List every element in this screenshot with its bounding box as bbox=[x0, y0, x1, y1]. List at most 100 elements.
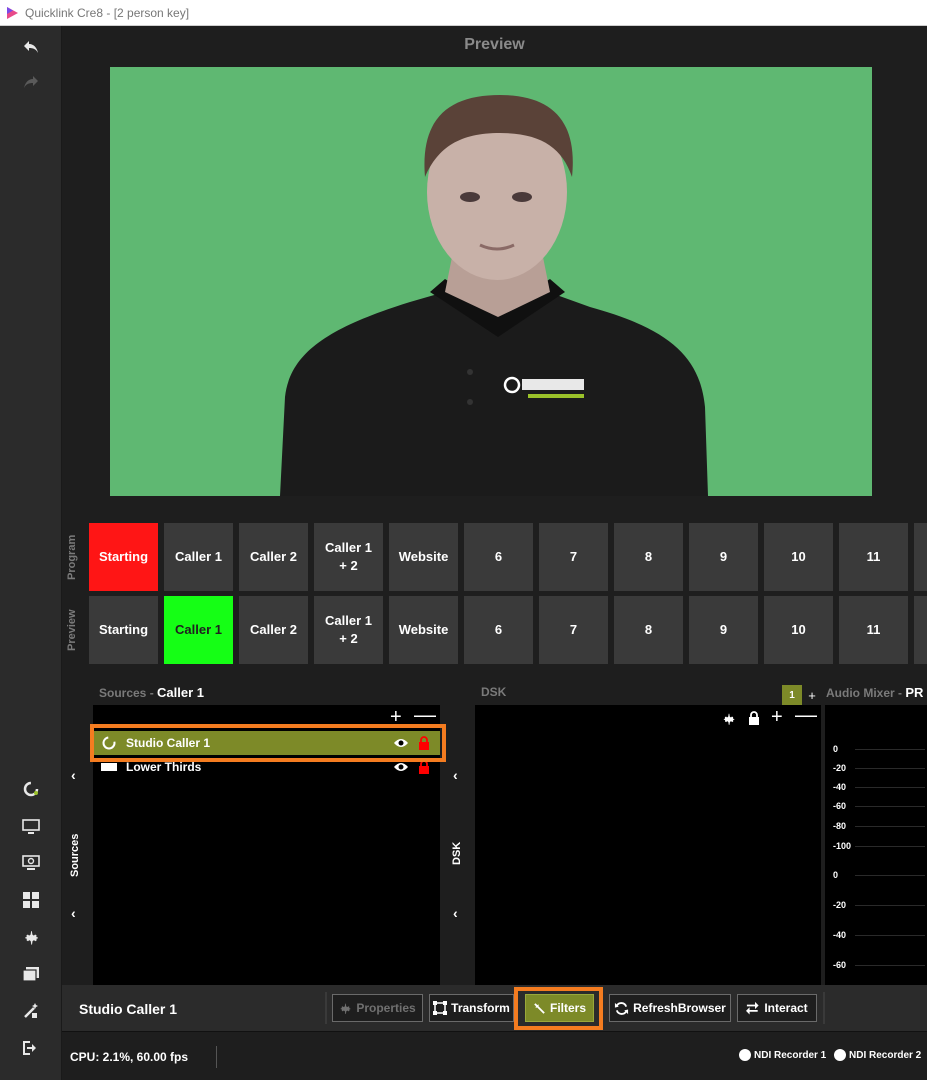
program-button-overflow[interactable] bbox=[914, 523, 927, 591]
dsk-side-strip: ‹ DSK ‹ bbox=[444, 705, 474, 985]
audio-scale-line bbox=[855, 749, 925, 750]
audio-scale-line bbox=[855, 875, 925, 876]
audio-scale-line bbox=[855, 806, 925, 807]
eye-icon[interactable] bbox=[393, 761, 409, 773]
audio-mixer-panel: 0 -20 -40 -60 -80 -100 0 -20 -40 -60 bbox=[825, 705, 927, 985]
audio-scale-line bbox=[855, 787, 925, 788]
presenter-image bbox=[110, 67, 872, 496]
sources-header: Sources - Caller 1 bbox=[99, 685, 205, 700]
layout-grid-icon[interactable] bbox=[20, 889, 42, 911]
monitor-icon[interactable] bbox=[20, 816, 42, 838]
preview-button-overflow[interactable] bbox=[914, 596, 927, 664]
sources-scene-name: Caller 1 bbox=[157, 685, 205, 700]
program-button[interactable]: 9 bbox=[689, 523, 758, 591]
audio-mixer-header: Audio Mixer - PR bbox=[826, 685, 924, 700]
redo-icon[interactable] bbox=[20, 71, 42, 93]
lower-thirds-icon bbox=[101, 763, 117, 771]
dsk-remove-icon[interactable]: — bbox=[795, 704, 817, 726]
properties-button[interactable]: Properties bbox=[332, 994, 423, 1022]
undo-icon[interactable] bbox=[20, 36, 42, 58]
dsk-settings-icon[interactable] bbox=[722, 712, 736, 726]
program-button[interactable]: Website bbox=[389, 523, 458, 591]
program-row-label: Program bbox=[66, 534, 78, 580]
preview-button[interactable]: 6 bbox=[464, 596, 533, 664]
preview-button[interactable]: Starting bbox=[89, 596, 158, 664]
refresh-browser-button[interactable]: RefreshBrowser bbox=[609, 994, 731, 1022]
status-divider bbox=[216, 1046, 217, 1068]
audio-scale-tick: -40 bbox=[833, 782, 847, 792]
audio-scale-tick: -20 bbox=[833, 763, 847, 773]
ndi-recorder-2[interactable]: NDI Recorder 2 bbox=[834, 1049, 921, 1061]
audio-scale-line bbox=[855, 768, 925, 769]
chevron-left-icon[interactable]: ‹ bbox=[71, 905, 76, 921]
program-button[interactable]: Caller 1 bbox=[164, 523, 233, 591]
audio-scale-line bbox=[855, 935, 925, 936]
preview-row-label: Preview bbox=[66, 609, 78, 651]
refresh-icon bbox=[615, 1001, 629, 1015]
lock-icon[interactable] bbox=[418, 760, 430, 774]
quicklink-logo-icon[interactable] bbox=[20, 778, 42, 800]
left-toolbar bbox=[0, 26, 62, 1080]
chevron-left-icon[interactable]: ‹ bbox=[453, 905, 458, 921]
program-button[interactable]: Caller 1 + 2 bbox=[314, 523, 383, 591]
toolbar-divider bbox=[823, 992, 825, 1024]
preview-title: Preview bbox=[464, 36, 525, 53]
sources-strip-label: Sources bbox=[69, 833, 81, 877]
audio-scale-line bbox=[855, 965, 925, 966]
program-button[interactable]: Caller 2 bbox=[239, 523, 308, 591]
audio-scale-tick: -60 bbox=[833, 960, 847, 970]
recorder-status-icon bbox=[739, 1049, 751, 1061]
recorder-status-icon bbox=[834, 1049, 846, 1061]
source-label: Lower Thirds bbox=[126, 760, 202, 774]
dsk-strip-label: DSK bbox=[451, 841, 463, 865]
program-button[interactable]: 6 bbox=[464, 523, 533, 591]
preview-button[interactable]: 11 bbox=[839, 596, 908, 664]
program-button[interactable]: 11 bbox=[839, 523, 908, 591]
preview-button[interactable]: Caller 1 bbox=[164, 596, 233, 664]
audio-scale-tick: -60 bbox=[833, 801, 847, 811]
title-bar: Quicklink Cre8 - [2 person key] bbox=[0, 0, 927, 26]
program-button[interactable]: 10 bbox=[764, 523, 833, 591]
audio-scale-tick: -80 bbox=[833, 821, 847, 831]
remove-source-icon[interactable]: — bbox=[414, 704, 436, 726]
preview-button[interactable]: 8 bbox=[614, 596, 683, 664]
audio-scale-line bbox=[855, 826, 925, 827]
preview-button[interactable]: Website bbox=[389, 596, 458, 664]
chevron-left-icon[interactable]: ‹ bbox=[71, 767, 76, 783]
swap-arrows-icon bbox=[746, 1001, 759, 1015]
audio-scale-tick: -20 bbox=[833, 900, 847, 910]
dsk-add-icon[interactable]: + bbox=[771, 707, 783, 727]
logout-icon[interactable] bbox=[20, 1037, 42, 1059]
toolbar-divider bbox=[325, 992, 327, 1024]
audio-scale-tick: 0 bbox=[833, 870, 839, 880]
audio-scale-line bbox=[855, 905, 925, 906]
audio-scale-line bbox=[855, 846, 925, 847]
files-icon[interactable] bbox=[20, 963, 42, 985]
preview-video[interactable] bbox=[110, 67, 872, 496]
preview-button[interactable]: 10 bbox=[764, 596, 833, 664]
program-button[interactable]: 7 bbox=[539, 523, 608, 591]
preview-button[interactable]: Caller 1 + 2 bbox=[314, 596, 383, 664]
chevron-left-icon[interactable]: ‹ bbox=[453, 767, 458, 783]
main-area: Preview Program Preview Starting Caller … bbox=[62, 26, 927, 1080]
preview-button[interactable]: 9 bbox=[689, 596, 758, 664]
screen-share-icon[interactable] bbox=[20, 852, 42, 874]
transform-button[interactable]: Transform bbox=[429, 994, 514, 1022]
app-logo-icon bbox=[7, 6, 18, 19]
magic-tools-icon[interactable] bbox=[20, 1000, 42, 1022]
dsk-panel: + — bbox=[475, 704, 821, 985]
program-button[interactable]: Starting bbox=[89, 523, 158, 591]
preview-button[interactable]: Caller 2 bbox=[239, 596, 308, 664]
status-bar: CPU: 2.1%, 60.00 fps NDI Recorder 1 NDI … bbox=[62, 1031, 927, 1080]
preview-button[interactable]: 7 bbox=[539, 596, 608, 664]
selected-source-name: Studio Caller 1 bbox=[79, 1001, 178, 1017]
interact-button[interactable]: Interact bbox=[737, 994, 817, 1022]
dsk-lock-icon[interactable] bbox=[748, 711, 760, 726]
audio-scale-tick: 0 bbox=[833, 744, 839, 754]
ndi-recorder-1[interactable]: NDI Recorder 1 bbox=[739, 1049, 826, 1061]
gear-icon[interactable] bbox=[20, 926, 42, 948]
program-button[interactable]: 8 bbox=[614, 523, 683, 591]
studio-caller-highlight bbox=[90, 724, 446, 762]
gear-icon bbox=[340, 1003, 351, 1014]
cpu-status: CPU: 2.1%, 60.00 fps bbox=[70, 1050, 189, 1064]
